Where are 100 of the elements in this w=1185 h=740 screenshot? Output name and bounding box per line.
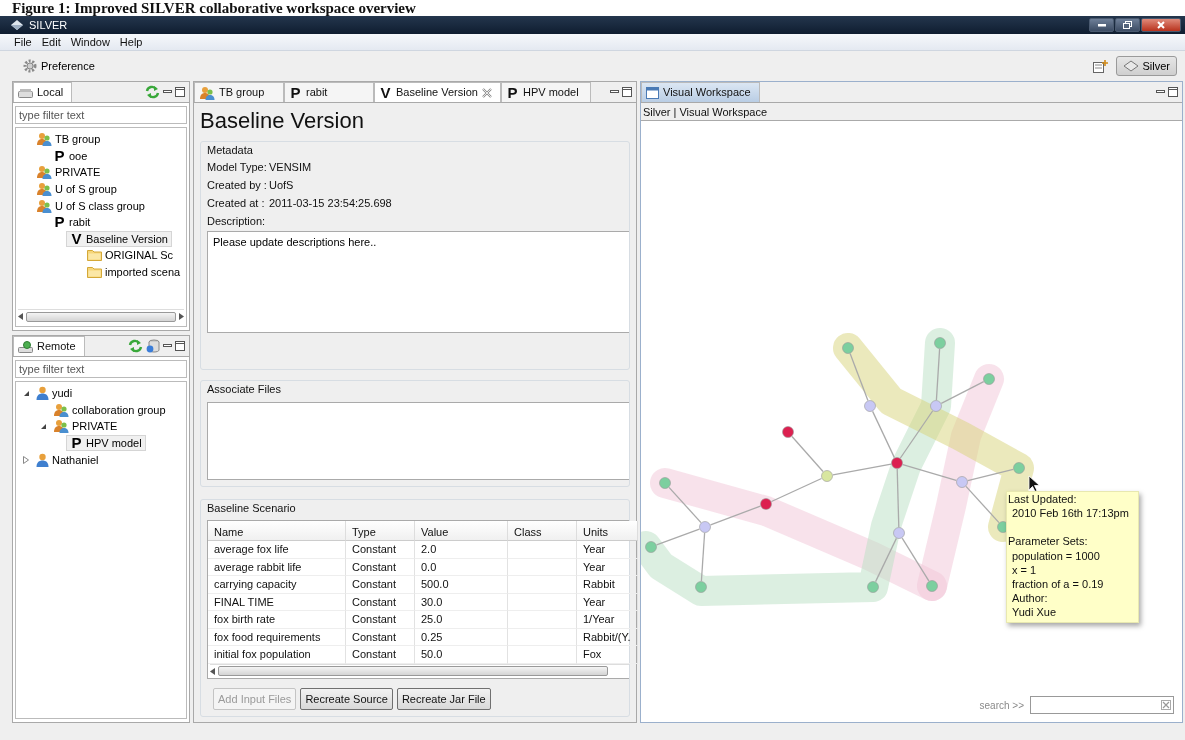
- scroll-left-icon[interactable]: [210, 667, 216, 675]
- preference-button[interactable]: Preference: [20, 55, 98, 77]
- graph-node[interactable]: [659, 477, 671, 489]
- table-cell: FINAL TIME: [208, 593, 346, 611]
- column-header[interactable]: Name: [208, 521, 346, 541]
- expanded-arrow-icon[interactable]: [39, 423, 47, 430]
- project-glyph: P: [53, 148, 66, 163]
- tree-item[interactable]: TB group: [32, 131, 105, 148]
- gear-icon: [23, 59, 37, 73]
- graph-node[interactable]: [893, 527, 905, 539]
- file-list[interactable]: [207, 401, 629, 480]
- tree-item[interactable]: P ooe: [49, 147, 92, 164]
- graph-node[interactable]: [867, 581, 879, 593]
- table-cell: 0.0: [415, 558, 508, 576]
- tree-item[interactable]: imported scena: [83, 264, 185, 281]
- project-glyph: P: [506, 85, 519, 100]
- table-cell: 25.0: [415, 611, 508, 629]
- graph-node[interactable]: [934, 337, 946, 349]
- filter-field[interactable]: type filter text: [15, 106, 187, 124]
- tree-item[interactable]: PRIVATE: [49, 418, 122, 435]
- menu-item[interactable]: File: [14, 33, 32, 51]
- minimize-button[interactable]: [1089, 18, 1114, 32]
- graph-node[interactable]: [930, 400, 942, 412]
- graph-node[interactable]: [645, 541, 657, 553]
- open-perspective-icon[interactable]: [1093, 59, 1109, 73]
- table-cell: [508, 611, 577, 629]
- drive-icon: [18, 86, 33, 99]
- column-header[interactable]: Units: [577, 521, 638, 541]
- tree-item[interactable]: ORIGINAL Sc: [83, 247, 178, 264]
- connector-line: [770, 477, 823, 503]
- editor-tab[interactable]: P rabit: [284, 82, 374, 102]
- scroll-thumb[interactable]: [218, 666, 608, 676]
- editor-tab[interactable]: TB group: [194, 82, 284, 102]
- close-button[interactable]: [1141, 18, 1181, 32]
- tree-item[interactable]: collaboration group: [49, 401, 170, 418]
- action-button[interactable]: Recreate Source: [300, 687, 393, 710]
- menu-item[interactable]: Window: [70, 33, 110, 51]
- graph-node[interactable]: [983, 373, 995, 385]
- column-header[interactable]: Class: [508, 521, 577, 541]
- filter-field[interactable]: type filter text: [15, 360, 187, 378]
- project-glyph: P: [289, 85, 302, 100]
- menu-item[interactable]: Edit: [41, 33, 61, 51]
- table-cell: [508, 558, 577, 576]
- close-icon[interactable]: [481, 87, 492, 98]
- graph-node[interactable]: [926, 580, 938, 592]
- collapsed-arrow-icon[interactable]: [23, 455, 29, 464]
- graph-node[interactable]: [760, 498, 772, 510]
- graph-node[interactable]: [695, 581, 707, 593]
- connector-line: [849, 352, 869, 402]
- column-header[interactable]: Type: [346, 521, 415, 541]
- editor-tab[interactable]: V Baseline Version: [374, 82, 501, 102]
- people-icon: [199, 85, 215, 100]
- tree-item[interactable]: U of S group: [32, 181, 121, 198]
- database-icon[interactable]: [146, 339, 160, 353]
- maximize-icon[interactable]: [175, 87, 185, 97]
- view-tab[interactable]: Remote: [13, 336, 85, 356]
- tree-item[interactable]: P HPV model: [66, 435, 146, 452]
- description-field[interactable]: Please update descriptions here..: [207, 230, 629, 333]
- graph-node[interactable]: [997, 521, 1009, 533]
- graph-node[interactable]: [864, 400, 876, 412]
- graph-node[interactable]: [842, 342, 854, 354]
- graph-node[interactable]: [1013, 462, 1025, 474]
- maximize-icon[interactable]: [622, 87, 632, 97]
- tree-item[interactable]: yudi: [32, 385, 77, 402]
- tree-item[interactable]: Nathaniel: [32, 451, 103, 468]
- maximize-icon[interactable]: [1168, 87, 1178, 97]
- tree-item[interactable]: PRIVATE: [32, 164, 105, 181]
- scroll-right-icon[interactable]: [178, 313, 184, 320]
- expanded-arrow-icon[interactable]: [22, 389, 30, 397]
- maximize-button[interactable]: [1115, 18, 1140, 32]
- menu-item[interactable]: Help: [119, 33, 143, 51]
- maximize-icon[interactable]: [175, 341, 185, 351]
- graph-node[interactable]: [891, 457, 903, 469]
- version-glyph: V: [379, 85, 392, 100]
- column-header[interactable]: Value: [415, 521, 508, 541]
- field-value: 2011-03-15 23:54:25.698: [269, 196, 392, 212]
- view-tab[interactable]: Local: [13, 82, 73, 102]
- person-icon: [36, 452, 49, 467]
- tree-item[interactable]: P rabit: [49, 214, 95, 231]
- action-button[interactable]: Recreate Jar File: [396, 687, 491, 710]
- view-tab[interactable]: Visual Workspace: [641, 82, 760, 102]
- scroll-left-icon[interactable]: [18, 313, 24, 320]
- editor-tab[interactable]: P HPV model: [500, 82, 591, 102]
- graph-node[interactable]: [821, 470, 833, 482]
- search-label: search >>: [979, 698, 1024, 713]
- scroll-thumb[interactable]: [26, 311, 176, 322]
- graph-node[interactable]: [956, 476, 968, 488]
- graph-node[interactable]: [782, 426, 794, 438]
- graph-node[interactable]: [699, 521, 711, 533]
- perspective-button[interactable]: Silver: [1116, 55, 1177, 77]
- connector-line: [709, 505, 762, 526]
- table-cell: Year: [577, 593, 638, 611]
- tree-item[interactable]: V Baseline Version: [66, 230, 172, 247]
- connector-line: [902, 464, 957, 481]
- table-cell: 0.25: [415, 628, 508, 646]
- clear-icon[interactable]: [1161, 700, 1171, 710]
- search-field[interactable]: [1030, 696, 1174, 714]
- tree-item[interactable]: U of S class group: [32, 197, 149, 214]
- refresh-icon[interactable]: [128, 339, 143, 353]
- table-cell: Constant: [346, 593, 415, 611]
